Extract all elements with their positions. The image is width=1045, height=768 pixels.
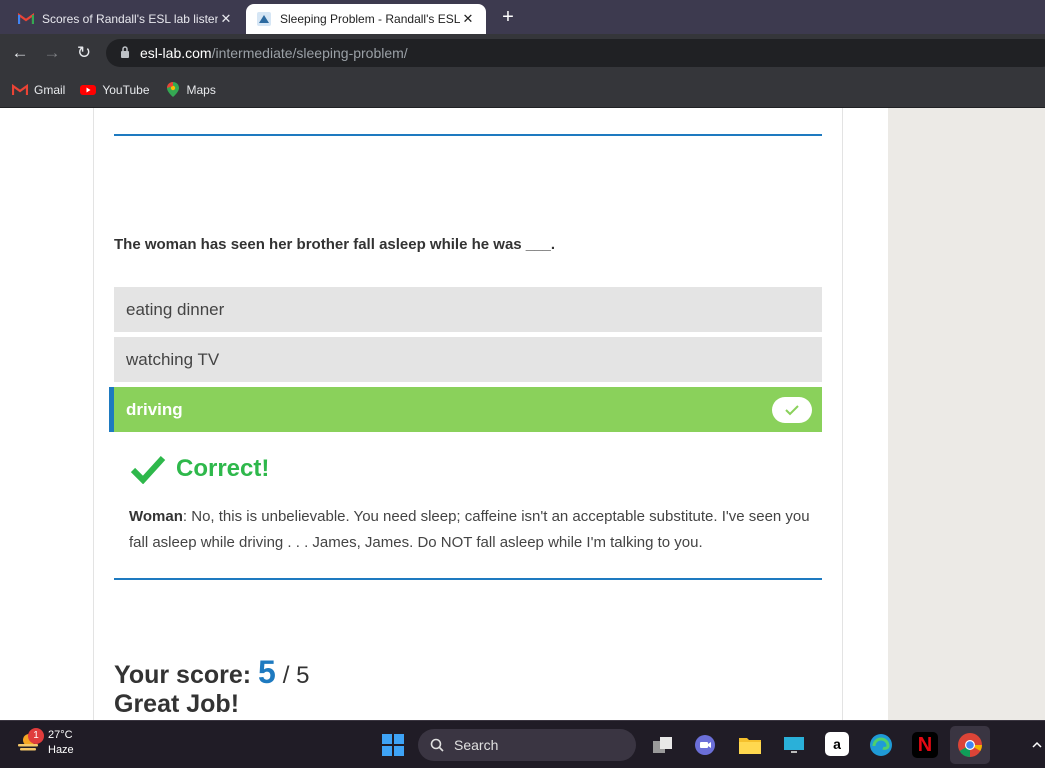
score-value: 5 xyxy=(258,654,276,690)
page-viewport: The woman has seen her brother fall asle… xyxy=(0,108,1045,720)
close-tab-icon[interactable]: ✕ xyxy=(460,11,476,27)
weather-widget[interactable]: 1 27°C Haze xyxy=(16,728,74,758)
windows-taskbar: 1 27°C Haze Search a N xyxy=(0,720,1045,768)
close-tab-icon[interactable]: ✕ xyxy=(218,11,234,27)
bookmark-label: Maps xyxy=(186,82,216,97)
score-total: / 5 xyxy=(282,662,310,689)
bookmark-gmail[interactable]: Gmail xyxy=(12,83,65,97)
youtube-icon xyxy=(80,83,97,97)
url-host: esl-lab.com xyxy=(140,45,212,61)
new-tab-button[interactable]: + xyxy=(497,6,519,28)
monitor-app-icon[interactable] xyxy=(781,732,807,758)
feedback-transcript: Woman: No, this is unbelievable. You nee… xyxy=(129,504,819,556)
answer-option[interactable]: eating dinner xyxy=(114,287,822,332)
check-icon xyxy=(772,397,812,423)
answer-label: eating dinner xyxy=(126,299,225,319)
checkmark-icon xyxy=(130,455,166,484)
bookmark-label: Gmail xyxy=(34,82,66,97)
notification-badge: 1 xyxy=(28,728,44,744)
address-bar[interactable]: esl-lab.com/intermediate/sleeping-proble… xyxy=(106,39,1045,67)
page-sidebar-background xyxy=(888,108,1045,720)
reload-icon[interactable]: ↻ xyxy=(74,43,94,63)
bookmark-maps[interactable]: Maps xyxy=(165,82,216,97)
file-explorer-icon[interactable] xyxy=(737,732,763,758)
transcript-text: : No, this is unbelievable. You need sle… xyxy=(129,508,810,551)
netflix-icon[interactable]: N xyxy=(912,732,938,758)
tab-scores[interactable]: Scores of Randall's ESL lab listen ✕ xyxy=(8,4,244,34)
teams-chat-icon[interactable] xyxy=(692,732,718,758)
back-icon[interactable]: ← xyxy=(10,43,30,63)
divider xyxy=(114,134,822,136)
answer-label: driving xyxy=(126,399,183,419)
speaker-name: Woman xyxy=(129,508,183,525)
url-path: /intermediate/sleeping-problem/ xyxy=(211,45,408,61)
task-view-icon[interactable] xyxy=(650,732,676,758)
forward-icon[interactable]: → xyxy=(42,43,62,63)
search-placeholder: Search xyxy=(454,737,499,753)
tab-title: Sleeping Problem - Randall's ESL xyxy=(280,12,460,26)
divider xyxy=(114,578,822,580)
gmail-icon xyxy=(12,83,28,97)
score-message: Great Job! xyxy=(114,690,240,718)
maps-icon xyxy=(165,82,181,97)
feedback-label: Correct! xyxy=(176,455,270,482)
taskbar-search[interactable]: Search xyxy=(418,729,636,761)
browser-toolbar: ← → ↻ esl-lab.com/intermediate/sleeping-… xyxy=(0,34,1045,72)
search-icon xyxy=(430,738,444,752)
haze-icon: 1 xyxy=(16,728,44,755)
chevron-up-icon[interactable] xyxy=(1032,736,1042,752)
weather-desc: Haze xyxy=(48,744,74,756)
answer-option-selected[interactable]: driving xyxy=(109,387,822,432)
edge-icon[interactable] xyxy=(868,732,894,758)
quiz-card: The woman has seen her brother fall asle… xyxy=(93,108,843,720)
bookmark-youtube[interactable]: YouTube xyxy=(80,82,150,97)
windows-start-icon[interactable] xyxy=(382,734,404,756)
lock-icon xyxy=(120,45,130,61)
question-text: The woman has seen her brother fall asle… xyxy=(114,236,555,253)
weather-temp: 27°C xyxy=(48,729,73,741)
score-label: Your score: xyxy=(114,661,252,689)
tab-strip: Scores of Randall's ESL lab listen ✕ Sle… xyxy=(0,0,1045,34)
esl-lab-icon xyxy=(256,11,272,27)
answer-label: watching TV xyxy=(126,349,220,369)
score-summary: Your score: 5 / 5 Great Job! xyxy=(114,656,310,718)
amazon-icon[interactable]: a xyxy=(825,732,849,756)
answer-option[interactable]: watching TV xyxy=(114,337,822,382)
gmail-icon xyxy=(18,11,34,27)
tab-title: Scores of Randall's ESL lab listen xyxy=(42,12,218,26)
bookmark-label: YouTube xyxy=(102,82,150,97)
feedback-heading: Correct! xyxy=(130,454,269,484)
tab-sleeping-problem[interactable]: Sleeping Problem - Randall's ESL ✕ xyxy=(246,4,486,34)
bookmarks-bar: Gmail YouTube Maps xyxy=(0,72,1045,108)
chrome-icon[interactable] xyxy=(950,726,990,764)
